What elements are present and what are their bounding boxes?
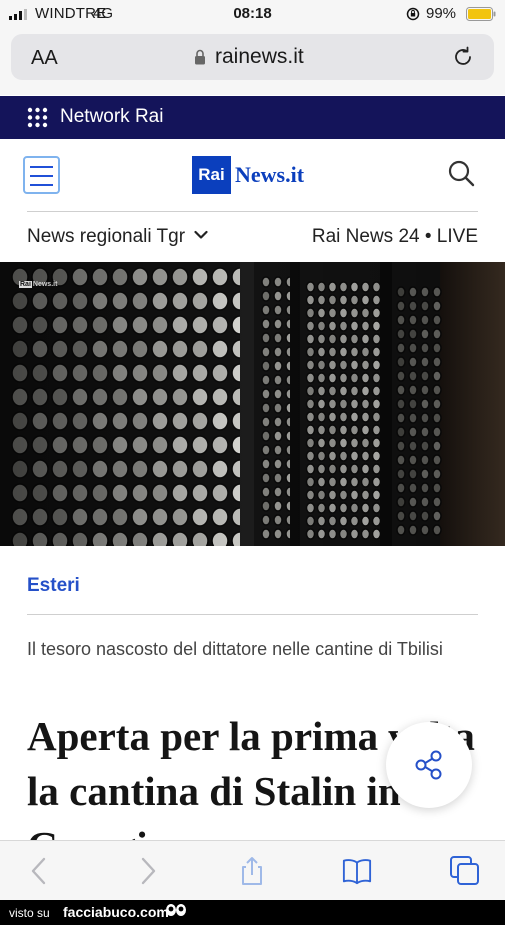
share-button[interactable]: [386, 722, 472, 808]
logo-news-text: News.it: [235, 162, 305, 187]
rotation-lock-icon: [406, 7, 420, 21]
category-divider: [27, 614, 478, 615]
bookmarks-icon[interactable]: [342, 856, 372, 886]
battery-percent: 99%: [426, 5, 457, 22]
eyes-icon: [166, 904, 186, 916]
battery-icon: [466, 7, 496, 21]
network-rai-label: Network Rai: [60, 106, 164, 127]
padlock-icon: [195, 49, 205, 65]
search-icon[interactable]: [447, 159, 475, 187]
url-domain[interactable]: rainews.it: [215, 45, 304, 69]
tabs-icon[interactable]: [450, 856, 480, 886]
category-label[interactable]: Esteri: [27, 575, 80, 597]
browser-toolbar: [0, 840, 505, 900]
grid-icon: [27, 107, 48, 128]
hamburger-icon[interactable]: [23, 156, 60, 194]
back-icon[interactable]: [24, 856, 54, 886]
hero-image[interactable]: Rai News.it: [0, 262, 505, 546]
share-icon: [415, 750, 442, 780]
credit-site[interactable]: facciabuco.com: [63, 904, 169, 920]
rainews24-live-link[interactable]: Rai News 24 • LIVE: [312, 226, 478, 248]
browser-top-bar: AA rainews.it: [0, 28, 505, 95]
logo-rai-mark: Rai: [192, 156, 231, 194]
reader-options-button[interactable]: AA: [31, 47, 58, 70]
status-bar: WINDTRE 4G 08:18 99%: [0, 0, 505, 28]
share-sheet-icon[interactable]: [237, 856, 267, 886]
article-subtitle: Il tesoro nascosto del dittatore nelle c…: [27, 639, 443, 659]
address-bar[interactable]: AA rainews.it: [11, 34, 494, 80]
regionali-label: News regionali Tgr: [27, 226, 186, 247]
hero-watermark: Rai News.it: [19, 281, 58, 288]
network-rai-bar[interactable]: Network Rai: [0, 96, 505, 139]
credit-prefix: visto su: [9, 906, 50, 920]
reload-icon[interactable]: [452, 46, 474, 68]
regionali-dropdown[interactable]: News regionali Tgr: [27, 226, 208, 248]
credit-strip: visto su facciabuco.com: [0, 900, 505, 925]
header-divider: [27, 211, 478, 212]
forward-icon[interactable]: [133, 856, 163, 886]
chevron-down-icon: [194, 230, 208, 239]
wine-cellar-photo: [0, 262, 505, 546]
